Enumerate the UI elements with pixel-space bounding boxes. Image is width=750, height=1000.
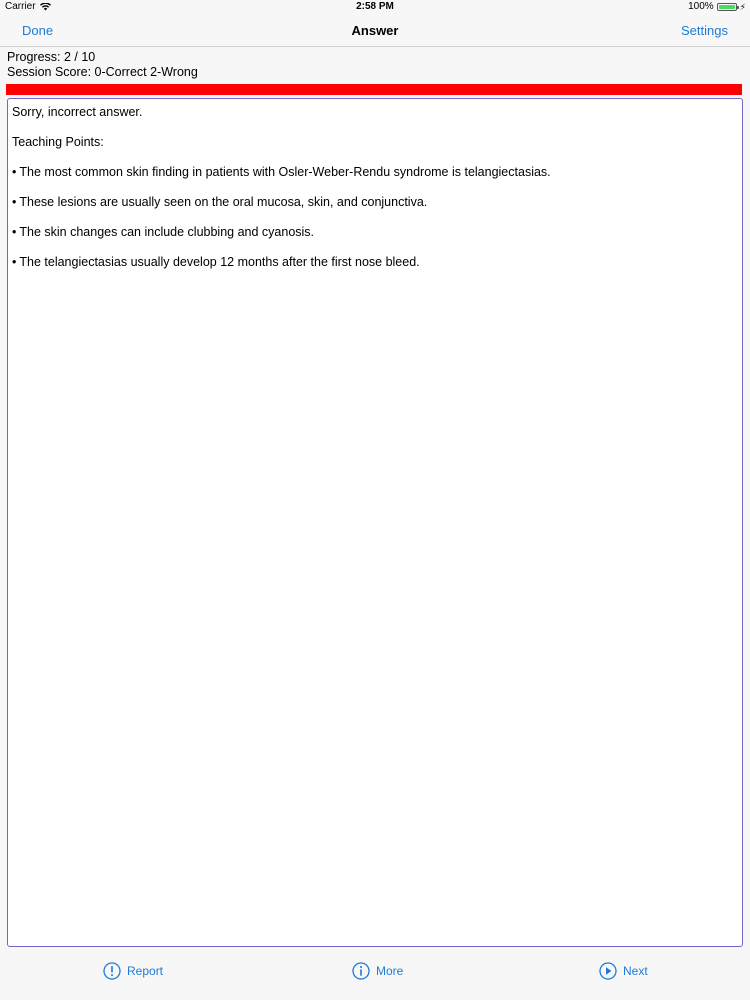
- progress-bar-fill: [6, 84, 742, 95]
- bullet-icon: •: [12, 255, 17, 269]
- answer-result: Sorry, incorrect answer.: [12, 105, 143, 119]
- battery-fill: [718, 5, 735, 9]
- teaching-point-item: • The most common skin finding in patient…: [12, 165, 738, 180]
- teaching-point-text: The telangiectasias usually develop 12 m…: [19, 255, 420, 269]
- status-time: 2:58 PM: [356, 1, 394, 12]
- next-label: Next: [623, 964, 648, 978]
- progress-bar: [6, 84, 742, 95]
- charging-icon: ⚡︎: [739, 2, 746, 12]
- answer-text-view[interactable]: Sorry, incorrect answer. Teaching Points…: [7, 98, 743, 947]
- report-label: Report: [127, 964, 164, 978]
- nav-bar: Done Answer Settings: [0, 14, 750, 47]
- teaching-point-text: The skin changes can include clubbing an…: [19, 225, 315, 239]
- more-label: More: [376, 964, 404, 978]
- teaching-point-text: These lesions are usually seen on the or…: [19, 195, 428, 209]
- bullet-icon: •: [12, 195, 17, 209]
- battery-icon: [716, 3, 739, 11]
- more-button[interactable]: More: [352, 962, 403, 980]
- info-circle-icon: [352, 962, 370, 980]
- teaching-point-text: The most common skin finding in patients…: [19, 165, 551, 179]
- report-button[interactable]: Report: [103, 962, 163, 980]
- bullet-icon: •: [12, 165, 17, 179]
- teaching-point-item: • These lesions are usually seen on the o…: [12, 195, 738, 210]
- progress-label: Progress: 2 / 10: [7, 50, 96, 64]
- status-right: 100% ⚡︎: [688, 0, 746, 14]
- teaching-points-list: • The most common skin finding in patient…: [12, 165, 738, 270]
- settings-button[interactable]: Settings: [681, 14, 728, 47]
- teaching-point-item: • The telangiectasias usually develop 12 …: [12, 255, 738, 270]
- next-button[interactable]: Next: [599, 962, 648, 980]
- teaching-points-heading: Teaching Points:: [12, 135, 104, 149]
- play-circle-icon: [599, 962, 617, 980]
- bullet-icon: •: [12, 225, 17, 239]
- answer-screen: Carrier 2:58 PM 100% ⚡︎ Done Answer Sett…: [0, 0, 750, 1000]
- exclamation-circle-icon: [103, 962, 121, 980]
- status-bar: Carrier 2:58 PM 100% ⚡︎: [0, 0, 750, 14]
- battery-cap: [736, 6, 739, 9]
- session-score-label: Session Score: 0-Correct 2-Wrong: [7, 65, 198, 79]
- battery-percent: 100%: [688, 1, 714, 12]
- teaching-point-item: • The skin changes can include clubbing a…: [12, 225, 738, 240]
- page-title: Answer: [351, 23, 399, 38]
- progress-info: Progress: 2 / 10 Session Score: 0-Correc…: [7, 50, 198, 80]
- bottom-toolbar: Report More Next: [0, 948, 750, 1000]
